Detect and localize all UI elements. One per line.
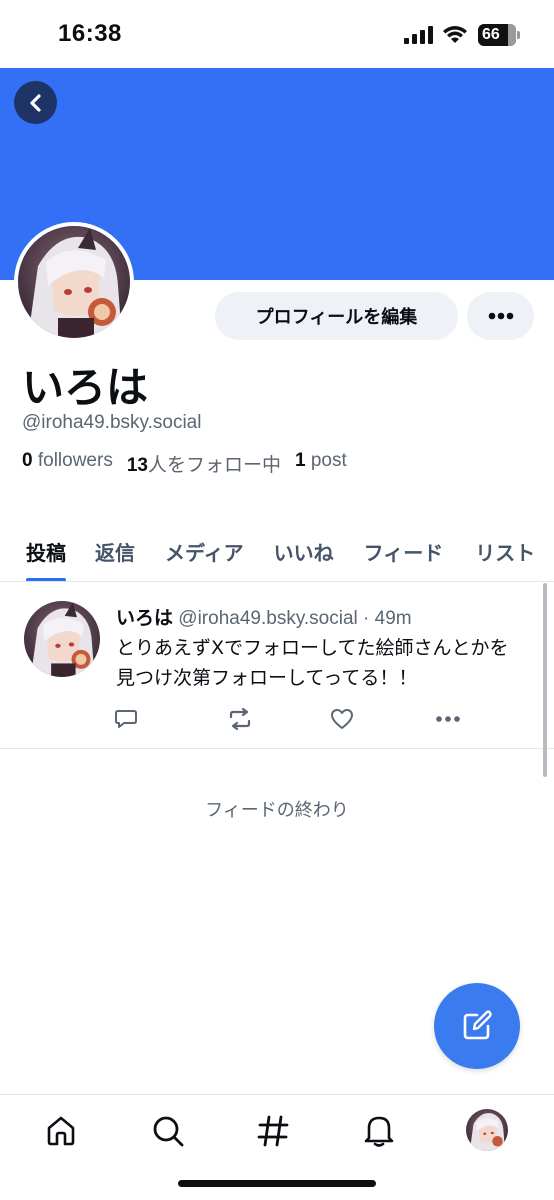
home-indicator [178, 1180, 376, 1187]
ellipsis-icon [488, 312, 513, 320]
battery-level: 66 [482, 26, 500, 43]
followers-stat[interactable]: 0 followers [22, 450, 113, 477]
tab-label: いいね [273, 540, 334, 565]
compose-icon [463, 1010, 492, 1040]
status-time: 16:38 [58, 20, 122, 47]
post-more-button[interactable] [434, 705, 462, 733]
post-author-name[interactable]: いろは [116, 607, 173, 629]
search-icon [153, 1116, 184, 1147]
tab-posts[interactable]: 投稿 [26, 520, 66, 581]
status-bar: 16:38 66 [0, 0, 554, 68]
post-timestamp[interactable]: 49m [375, 608, 412, 629]
speech-bubble-icon [115, 710, 137, 728]
profile-tabs: 投稿 返信 メディア いいね フィード リスト [0, 520, 554, 582]
more-options-button[interactable] [467, 292, 534, 340]
posts-count: 1 [295, 450, 306, 471]
tab-label: メディア [165, 540, 244, 565]
nav-profile-avatar[interactable] [466, 1109, 508, 1151]
post-item[interactable]: いろは @iroha49.bsky.social · 49m とりあえずXでフォ… [0, 583, 554, 749]
tab-label: リスト [475, 540, 536, 565]
followers-count: 0 [22, 450, 33, 471]
edit-profile-button[interactable]: プロフィールを編集 [215, 292, 458, 340]
post-text: とりあえずXでフォローしてた絵師さんとかを見つけ次第フォローしてってる！！ [116, 637, 509, 689]
profile-avatar[interactable] [14, 222, 134, 342]
home-icon [47, 1116, 75, 1146]
repost-button[interactable] [226, 705, 254, 733]
reply-button[interactable] [112, 705, 140, 733]
nav-home[interactable] [41, 1111, 81, 1151]
active-tab-indicator [26, 578, 66, 581]
post-actions [112, 705, 472, 735]
avatar-image [466, 1109, 508, 1151]
scrollbar[interactable] [543, 583, 547, 777]
chevron-left-icon [29, 93, 41, 112]
tab-label: フィード [363, 540, 444, 565]
post-separator: · [363, 608, 370, 629]
avatar-image [24, 601, 100, 677]
nav-notifications[interactable] [359, 1111, 399, 1151]
following-stat[interactable]: 13人をフォロー中 [127, 450, 281, 477]
feed-end-message: フィードの終わり [205, 800, 349, 821]
following-count: 13 [126, 455, 148, 476]
battery-indicator: 66 [478, 24, 520, 46]
post-avatar[interactable] [24, 601, 100, 677]
tab-lists[interactable]: リスト [475, 520, 536, 581]
nav-search[interactable] [148, 1111, 188, 1151]
profile-handle: @iroha49.bsky.social [22, 412, 202, 433]
compose-button[interactable] [434, 983, 520, 1069]
followers-label: followers [37, 450, 113, 471]
back-button[interactable] [14, 81, 57, 124]
wifi-icon [443, 26, 467, 43]
tab-label: 投稿 [26, 540, 66, 565]
post-header: いろは @iroha49.bsky.social · 49m [116, 603, 412, 630]
tab-likes[interactable]: いいね [273, 520, 334, 581]
tab-label: 返信 [95, 540, 135, 565]
avatar-image [18, 226, 130, 338]
posts-label: post [310, 450, 347, 471]
bell-icon [364, 1116, 394, 1147]
hashtag-icon [257, 1115, 289, 1147]
tab-feeds[interactable]: フィード [363, 520, 444, 581]
tab-replies[interactable]: 返信 [95, 520, 135, 581]
repost-icon [229, 708, 251, 730]
like-button[interactable] [328, 705, 356, 733]
ellipsis-icon [436, 716, 460, 722]
nav-feeds[interactable] [253, 1111, 293, 1151]
tab-media[interactable]: メディア [165, 520, 244, 581]
heart-icon [331, 709, 353, 729]
following-label: 人をフォロー中 [147, 455, 281, 476]
post-author-handle[interactable]: @iroha49.bsky.social [178, 608, 357, 629]
profile-stats: 0 followers 13人をフォロー中 1 post [22, 450, 361, 477]
posts-stat: 1 post [295, 450, 347, 477]
display-name: いろは [22, 363, 149, 412]
cellular-signal-icon [404, 26, 433, 44]
